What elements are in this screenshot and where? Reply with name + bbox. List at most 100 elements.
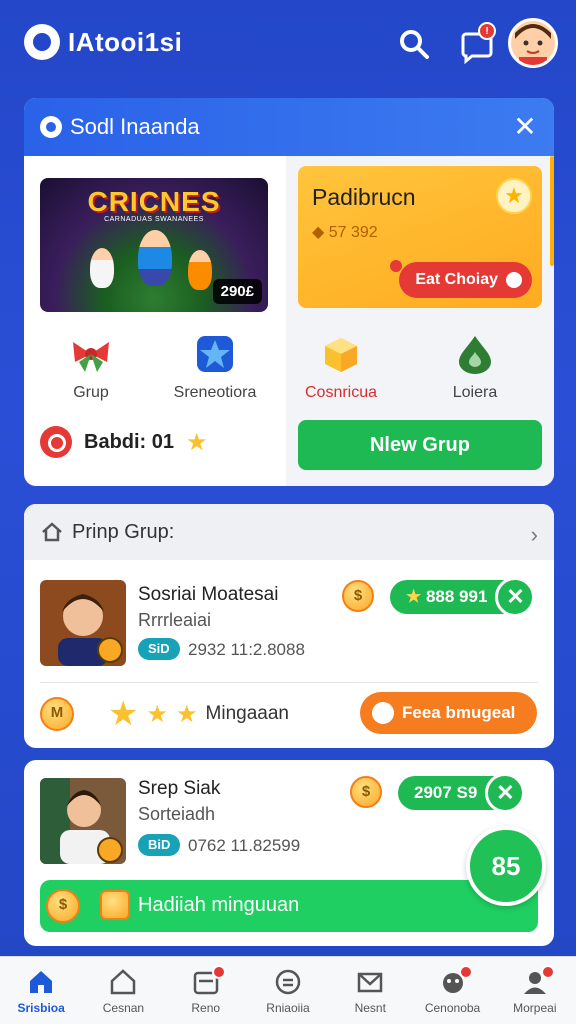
promo-coins-value: 57 392: [328, 224, 378, 241]
category-cosnricua[interactable]: Cosnricua: [286, 332, 396, 402]
coin-icon: $: [342, 580, 374, 612]
coin-icon: $: [46, 889, 80, 923]
tab-cesnan[interactable]: Cesnan: [82, 957, 164, 1024]
search-icon: [400, 30, 429, 59]
tab-label: Cesnan: [102, 1001, 145, 1015]
category-sreneotiora[interactable]: Sreneotiora: [160, 332, 270, 402]
group-card: Prinp Grup: › Sosriai Moatesai Rrrrleaia…: [24, 504, 554, 748]
tab-label: Morpeai: [513, 1001, 557, 1015]
red-dot-icon: [390, 260, 402, 272]
app-logo[interactable]: IAtooi1si: [24, 24, 182, 60]
close-button[interactable]: ✕: [510, 112, 540, 142]
bow-icon: [69, 332, 113, 376]
notification-badge: [540, 965, 555, 979]
user-tag: SiD: [138, 638, 180, 660]
category-label: Cosnricua: [304, 384, 378, 401]
record-icon: [40, 426, 72, 458]
avatar-face-icon: [511, 21, 555, 65]
tab-morpeai[interactable]: Morpeai: [494, 957, 576, 1024]
house-outline-icon: [108, 967, 138, 997]
promo-button[interactable]: Eat Choiay: [399, 262, 532, 298]
user-subtitle: Sorteiadh: [138, 804, 216, 824]
user-avatar[interactable]: [508, 18, 558, 68]
tab-nesnt[interactable]: Nesnt: [329, 957, 411, 1024]
home-icon: [42, 522, 62, 542]
score-pill[interactable]: ★ 888 991 ✕: [390, 577, 536, 617]
user-number: 0762 11.82599: [188, 836, 301, 855]
category-label: Grup: [73, 384, 109, 401]
chevron-right-icon[interactable]: ›: [531, 522, 538, 548]
bonus-row: M ★ ★ ★ Mingaaan: [40, 694, 289, 734]
tab-label: Rniaoiia: [266, 1001, 310, 1015]
gold-box-icon: [319, 332, 363, 376]
weekly-reward-bar[interactable]: $ Hadiiah minguuan: [40, 880, 538, 932]
claim-button[interactable]: Feea bmugeal: [360, 692, 538, 734]
game-subtitle: CARNADUAS SWANANEES: [104, 216, 204, 223]
category-grup[interactable]: Grup: [36, 332, 146, 402]
logo-icon: [24, 24, 60, 60]
tab-label: Reno: [191, 1001, 221, 1015]
mail-icon: [355, 967, 385, 997]
game-character-icon: [188, 250, 212, 290]
game-banner[interactable]: CRICNES CARNADUAS SWANANEES 290£: [40, 178, 268, 312]
card-logo-icon: [40, 116, 62, 138]
promo-title: Padibrucn: [312, 184, 416, 210]
star-icon: ★: [186, 428, 208, 456]
game-price: 290£: [212, 279, 262, 304]
tab-cenonoba[interactable]: Cenonoba: [411, 957, 493, 1024]
star-icon: ★: [406, 587, 426, 606]
tab-rniaoiia[interactable]: Rniaoiia: [247, 957, 329, 1024]
notifications-button[interactable]: !: [460, 22, 500, 65]
close-icon[interactable]: ✕: [495, 577, 536, 617]
tab-label: Srisbioa: [17, 1001, 65, 1015]
score-value: 2907 S9: [414, 783, 478, 802]
green-drop-icon: [453, 332, 497, 376]
star-icon: ★: [108, 695, 139, 733]
user-name: Srep Siak: [138, 778, 221, 799]
star-badge-icon: [193, 332, 237, 376]
featured-card-header: Sodl Inaanda ✕: [24, 98, 554, 156]
category-loiera[interactable]: Loiera: [420, 332, 530, 402]
score-value: 888 991: [425, 587, 488, 606]
reward-box-icon: [100, 890, 130, 920]
app-title: IAtooi1si: [68, 26, 183, 57]
tab-srisbioa[interactable]: Srisbioa: [0, 957, 82, 1024]
featured-card: Sodl Inaanda ✕ CRICNES CARNADUAS SWANANE…: [24, 98, 554, 486]
featured-left-panel: CRICNES CARNADUAS SWANANEES 290£ Grup Sr…: [24, 156, 286, 486]
tab-label: Cenonoba: [424, 1001, 481, 1015]
group-card-header[interactable]: Prinp Grup: ›: [24, 504, 554, 560]
new-group-button[interactable]: Nlew Grup: [298, 420, 542, 470]
group-card-title: Prinp Grup:: [72, 520, 175, 543]
featured-card-title: Sodl Inaanda: [70, 114, 200, 139]
list-item[interactable]: Sosriai Moatesai Rrrrleaiai SiD 2932 11:…: [24, 577, 554, 680]
category-label: Loiera: [452, 384, 498, 401]
promo-card[interactable]: Padibrucn ◆ 57 392 ★ Eat Choiay: [298, 166, 542, 308]
bonus-label: Mingaaan: [205, 703, 289, 724]
coin-icon: M: [40, 697, 74, 731]
star-icon: ★: [496, 178, 532, 214]
promo-coins: ◆ 57 392: [312, 224, 378, 241]
category-label: Sreneotiora: [173, 384, 257, 401]
tab-reno[interactable]: Reno: [165, 957, 247, 1024]
star-icon: ★: [176, 700, 198, 728]
close-icon[interactable]: ✕: [485, 773, 526, 813]
top-bar: IAtooi1si !: [0, 0, 576, 92]
chat-bubble-counter[interactable]: 85: [466, 826, 546, 906]
coin-icon: $: [350, 776, 382, 808]
score-pill[interactable]: 2907 S9 ✕: [398, 773, 526, 813]
featured-right-panel: Padibrucn ◆ 57 392 ★ Eat Choiay Cosnricu…: [286, 156, 554, 486]
user-photo: [40, 778, 126, 864]
user-photo: [40, 580, 126, 666]
user-tag: BiD: [138, 834, 181, 856]
tab-label: Nesnt: [354, 1001, 386, 1015]
badge-row[interactable]: Babdi: 01 ★: [40, 426, 208, 458]
user-number: 2932 11:2.8088: [188, 640, 305, 659]
game-title: CRICNES: [87, 186, 221, 217]
divider: [40, 682, 538, 683]
user-name: Sosriai Moatesai: [138, 584, 279, 605]
game-character-icon: [90, 248, 114, 288]
user-subtitle: Rrrrleaiai: [138, 610, 212, 630]
scrollbar[interactable]: [550, 156, 554, 266]
game-character-icon: [138, 230, 172, 286]
search-button[interactable]: [396, 26, 432, 62]
